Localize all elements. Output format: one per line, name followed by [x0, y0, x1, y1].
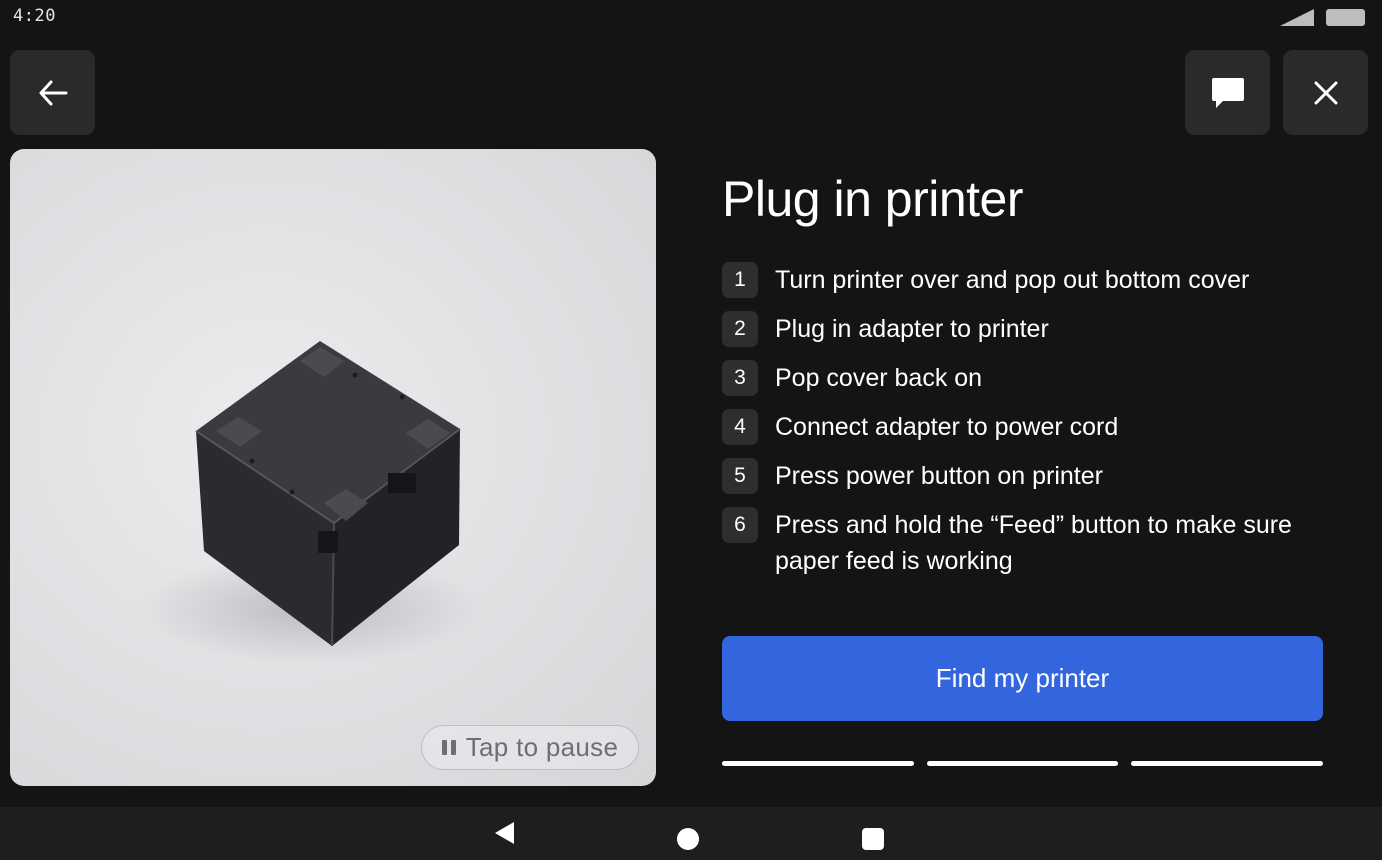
step-text: Press power button on printer: [775, 462, 1103, 490]
step-number: 5: [722, 458, 758, 494]
step-item: 5 Press power button on printer: [722, 458, 1322, 494]
step-item: 4 Connect adapter to power cord: [722, 409, 1322, 445]
battery-icon: [1326, 9, 1365, 26]
page-title: Plug in printer: [722, 171, 1024, 227]
step-number: 3: [722, 360, 758, 396]
step-text: Connect adapter to power cord: [775, 413, 1119, 441]
pause-icon: [441, 740, 456, 755]
status-time: 4:20: [13, 6, 56, 26]
chat-button[interactable]: [1185, 50, 1270, 135]
status-bar: 4:20: [0, 0, 1382, 36]
progress-segment: [722, 761, 914, 766]
step-item: 1 Turn printer over and pop out bottom c…: [722, 262, 1322, 298]
step-number: 6: [722, 507, 758, 543]
nav-back-icon[interactable]: [494, 821, 516, 845]
step-text: Turn printer over and pop out bottom cov…: [775, 266, 1250, 294]
step-list: 1 Turn printer over and pop out bottom c…: [722, 262, 1322, 592]
chat-bubble-icon: [1211, 77, 1244, 108]
progress-segment: [1131, 761, 1324, 766]
arrow-left-icon: [39, 80, 67, 105]
step-number: 4: [722, 409, 758, 445]
tap-to-pause-button[interactable]: Tap to pause: [421, 725, 639, 770]
nav-recents-icon[interactable]: [862, 828, 884, 850]
nav-home-icon[interactable]: [677, 828, 699, 850]
step-number: 1: [722, 262, 758, 298]
step-number: 2: [722, 311, 758, 347]
progress-segment: [926, 761, 1119, 766]
step-item: 3 Pop cover back on: [722, 360, 1322, 396]
back-button[interactable]: [10, 50, 95, 135]
step-text: Pop cover back on: [775, 364, 983, 392]
step-text: Press and hold the “Feed” button to make…: [775, 511, 1292, 575]
progress-indicator: [722, 761, 1324, 767]
find-my-printer-button[interactable]: Find my printer: [722, 636, 1323, 721]
printer-image: [140, 341, 480, 664]
step-item: 6 Press and hold the “Feed” button to ma…: [722, 507, 1322, 579]
pause-label: Tap to pause: [465, 732, 619, 762]
close-button[interactable]: [1283, 50, 1368, 135]
instruction-video[interactable]: Tap to pause: [10, 149, 656, 786]
step-item: 2 Plug in adapter to printer: [722, 311, 1322, 347]
step-text: Plug in adapter to printer: [775, 315, 1049, 343]
signal-icon: [1280, 9, 1314, 26]
close-icon: [1314, 81, 1337, 104]
